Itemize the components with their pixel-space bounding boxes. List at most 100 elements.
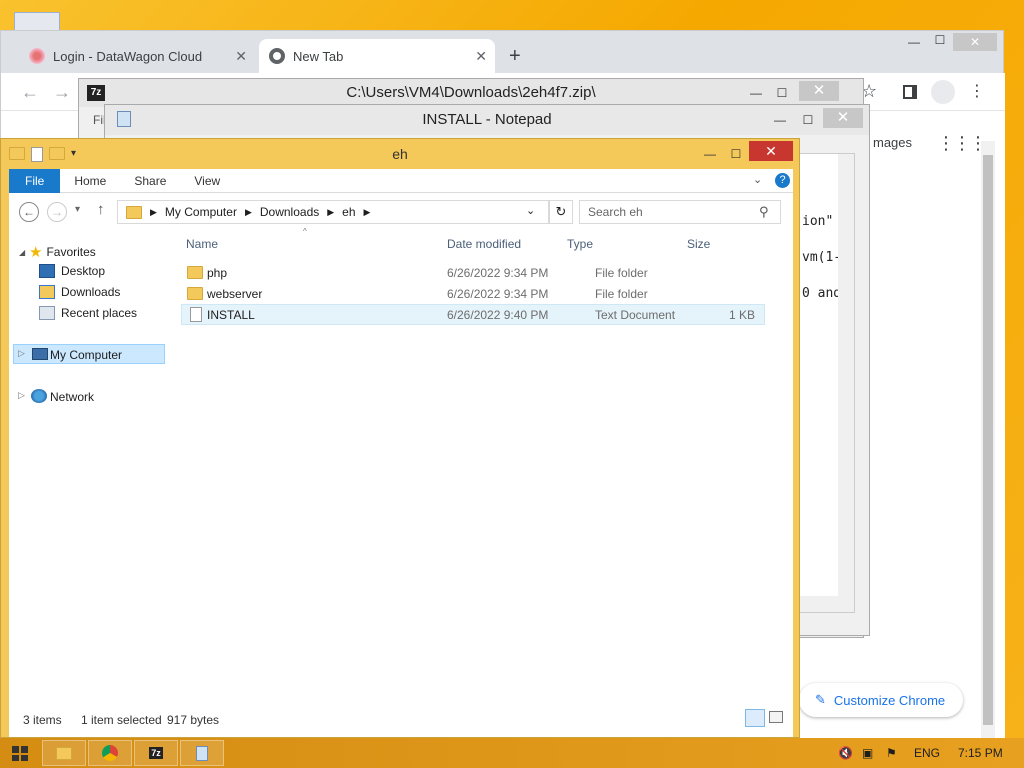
new-folder-icon[interactable] xyxy=(49,147,65,160)
nav-downloads[interactable]: Downloads xyxy=(39,285,120,299)
maximize-icon[interactable]: ☐ xyxy=(927,33,953,47)
images-link[interactable]: mages xyxy=(873,135,912,150)
forward-icon[interactable]: → xyxy=(53,82,71,103)
forward-icon[interactable]: → xyxy=(47,202,67,222)
breadcrumb-downloads[interactable]: Downloads xyxy=(260,205,319,219)
nav-label: My Computer xyxy=(50,348,123,362)
tab-new[interactable]: New Tab ✕ xyxy=(259,39,495,73)
tab-close-icon[interactable]: ✕ xyxy=(235,48,247,65)
search-input[interactable]: Search eh xyxy=(579,200,781,224)
close-icon[interactable]: ✕ xyxy=(799,81,839,101)
help-icon[interactable]: ? xyxy=(775,173,790,188)
nav-label: Downloads xyxy=(61,285,121,299)
downloads-folder-icon xyxy=(39,285,55,299)
nav-label: Desktop xyxy=(61,264,106,278)
file-name: INSTALL xyxy=(207,307,255,322)
column-size[interactable]: Size xyxy=(687,237,710,251)
address-dropdown-icon[interactable]: ⌄ xyxy=(526,204,535,217)
taskbar-explorer[interactable] xyxy=(42,740,86,766)
notepad-titlebar: INSTALL - Notepad — ☐ ✕ xyxy=(105,105,869,135)
minimize-icon[interactable]: — xyxy=(901,35,927,49)
back-icon[interactable]: ← xyxy=(19,202,39,222)
minimize-icon[interactable]: — xyxy=(767,105,793,135)
address-bar[interactable]: ▶ My Computer ▶ Downloads ▶ eh ▶ ⌄ xyxy=(117,200,549,224)
taskbar-notepad[interactable] xyxy=(180,740,224,766)
menu-icon[interactable]: ⋮ xyxy=(969,81,985,101)
nav-recent[interactable]: Recent places xyxy=(39,306,137,320)
folder-icon xyxy=(56,746,72,760)
quick-access-toolbar[interactable]: ▾ xyxy=(9,147,76,162)
breadcrumb-computer[interactable]: My Computer xyxy=(165,205,237,219)
sidepanel-icon[interactable] xyxy=(903,85,917,99)
tab-home[interactable]: Home xyxy=(60,169,120,193)
volume-muted-icon[interactable]: 🔇 xyxy=(838,738,853,768)
new-tab-button[interactable]: + xyxy=(509,45,521,68)
file-row[interactable]: webserver 6/26/2022 9:34 PM File folder xyxy=(181,283,765,304)
expand-arrow-icon[interactable]: ▷ xyxy=(18,348,25,359)
file-row[interactable]: php 6/26/2022 9:34 PM File folder xyxy=(181,262,765,283)
taskbar-7zip[interactable]: 7z xyxy=(134,740,178,766)
ribbon: File Home Share View ⌄ ? xyxy=(9,168,793,193)
file-name: php xyxy=(207,265,228,280)
file-row[interactable]: INSTALL 6/26/2022 9:40 PM Text Document … xyxy=(181,304,765,325)
customize-chrome-button[interactable]: ✎ Customize Chrome xyxy=(799,683,963,717)
folder-icon xyxy=(126,205,142,219)
file-date: 6/26/2022 9:34 PM xyxy=(447,286,549,301)
expand-arrow-icon[interactable]: ◢ xyxy=(19,248,25,257)
details-view-icon[interactable] xyxy=(745,709,765,727)
tab-close-icon[interactable]: ✕ xyxy=(475,48,487,65)
nav-label: Favorites xyxy=(46,245,96,259)
chrome-icon xyxy=(102,745,118,761)
clock[interactable]: 7:15 PM xyxy=(958,738,1003,768)
expand-arrow-icon[interactable]: ▷ xyxy=(18,390,25,401)
chevron-down-icon[interactable]: ⌄ xyxy=(753,173,762,186)
file-type: Text Document xyxy=(595,307,676,322)
scrollbar[interactable] xyxy=(981,141,995,739)
nav-label: Recent places xyxy=(61,306,138,320)
file-size: 1 KB xyxy=(729,307,756,322)
desktop-icon[interactable] xyxy=(14,12,60,32)
chevron-down-icon[interactable]: ▾ xyxy=(71,147,76,162)
sort-up-icon: ^ xyxy=(303,227,307,236)
breadcrumb-eh[interactable]: eh xyxy=(342,205,355,219)
tab-share[interactable]: Share xyxy=(120,169,180,193)
column-name[interactable]: Name xyxy=(186,237,218,251)
up-icon[interactable]: ↑ xyxy=(97,201,105,218)
file-type: File folder xyxy=(595,286,648,301)
navigation-bar: ← → ▾ ↑ ▶ My Computer ▶ Downloads ▶ eh ▶… xyxy=(9,193,793,231)
taskbar-chrome[interactable] xyxy=(88,740,132,766)
close-icon[interactable]: ✕ xyxy=(749,141,793,161)
nav-favorites[interactable]: ★ Favorites xyxy=(29,243,96,261)
profile-icon[interactable] xyxy=(931,80,955,104)
maximize-icon[interactable]: ☐ xyxy=(723,139,749,169)
back-icon[interactable]: ← xyxy=(21,82,39,103)
nav-network[interactable]: ▷ Network xyxy=(13,387,165,407)
properties-icon[interactable] xyxy=(31,147,43,162)
refresh-icon[interactable]: ↻ xyxy=(549,200,573,224)
maximize-icon[interactable]: ☐ xyxy=(795,105,821,135)
maximize-icon[interactable]: ☐ xyxy=(769,79,795,107)
column-date[interactable]: Date modified xyxy=(447,237,521,251)
tab-login[interactable]: Login - DataWagon Cloud ✕ xyxy=(19,39,255,73)
close-icon[interactable]: ✕ xyxy=(953,33,997,51)
recent-chevron-icon[interactable]: ▾ xyxy=(75,204,80,215)
minimize-icon[interactable]: — xyxy=(697,139,723,169)
large-icons-view-icon[interactable] xyxy=(769,711,783,723)
windows-start-icon[interactable] xyxy=(12,746,28,761)
nav-my-computer[interactable]: ▷ My Computer xyxy=(13,344,165,364)
network-status-icon[interactable]: ▣ xyxy=(862,738,873,768)
column-type[interactable]: Type xyxy=(567,237,593,251)
language-indicator[interactable]: ENG xyxy=(914,738,940,768)
datawagon-icon xyxy=(29,48,45,64)
action-center-icon[interactable]: ⚑ xyxy=(886,738,897,768)
tab-file[interactable]: File xyxy=(9,168,61,193)
file-type: File folder xyxy=(595,265,648,280)
tab-view[interactable]: View xyxy=(180,169,234,193)
scrollbar-thumb[interactable] xyxy=(983,155,993,725)
minimize-icon[interactable]: — xyxy=(743,79,769,107)
apps-grid-icon[interactable]: ⋮⋮⋮ xyxy=(937,133,987,154)
nav-desktop[interactable]: Desktop xyxy=(39,264,105,278)
close-icon[interactable]: ✕ xyxy=(823,108,863,128)
search-icon: ⚲ xyxy=(759,204,769,219)
vertical-scrollbar[interactable] xyxy=(838,154,854,596)
